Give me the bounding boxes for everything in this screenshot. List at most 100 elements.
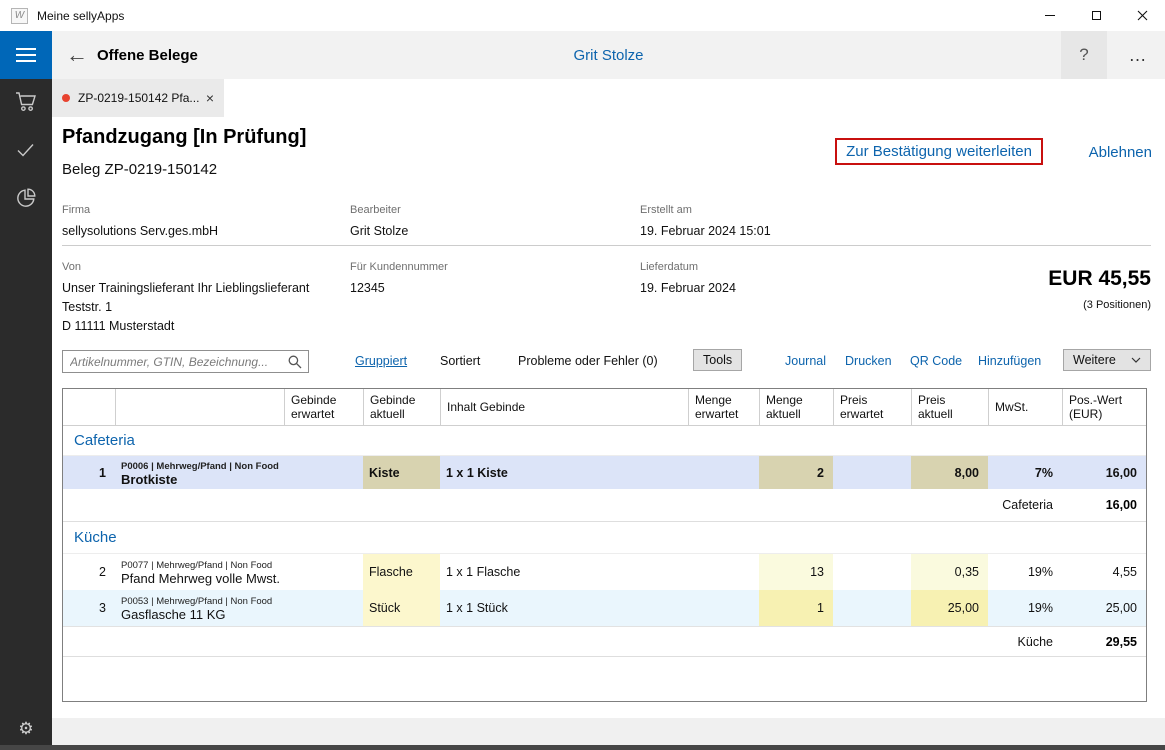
- col-gebinde-aktuell: Gebinde aktuell: [363, 389, 440, 425]
- gebinde-aktuell-cell: Stück: [363, 590, 440, 626]
- col-pos-wert: Pos.-Wert (EUR): [1062, 389, 1146, 425]
- document-number: Beleg ZP-0219-150142: [62, 161, 217, 178]
- erstellt-am-value: 19. Februar 2024 15:01: [640, 222, 771, 241]
- more-options-button[interactable]: …: [1115, 31, 1161, 79]
- von-label: Von: [62, 261, 81, 273]
- ellipsis-icon: …: [1129, 45, 1148, 66]
- tab-document[interactable]: ZP-0219-150142 Pfa... ×: [52, 79, 224, 117]
- more-dropdown-button[interactable]: Weitere: [1063, 349, 1151, 371]
- cart-icon: [14, 91, 38, 113]
- pie-chart-icon: [15, 187, 37, 209]
- document-total: EUR 45,55: [1048, 267, 1151, 291]
- item-toolbar: Gruppiert Sortiert Probleme oder Fehler …: [52, 347, 1165, 375]
- grouped-toggle[interactable]: Gruppiert: [355, 354, 407, 368]
- gebinde-erwartet-cell: [284, 590, 363, 626]
- bearbeiter-value: Grit Stolze: [350, 222, 408, 241]
- menge-erwartet-cell: [688, 590, 759, 626]
- preis-erwartet-cell: [833, 456, 911, 489]
- user-name-link[interactable]: Grit Stolze: [52, 31, 1165, 79]
- hamburger-icon: [16, 48, 36, 50]
- gear-icon: ⚙: [18, 719, 33, 738]
- table-row[interactable]: 2 P0077 | Mehrweg/Pfand | Non Food Pfand…: [63, 554, 1146, 590]
- article-meta: P0006 | Mehrweg/Pfand | Non Food: [121, 460, 279, 473]
- gebinde-aktuell-cell: Kiste: [363, 456, 440, 489]
- col-menge-aktuell: Menge aktuell: [759, 389, 833, 425]
- group-header-cafeteria[interactable]: Cafeteria: [63, 426, 1146, 456]
- article-name: Gasflasche 11 KG: [121, 608, 226, 621]
- titlebar: W Meine sellyApps: [0, 0, 1165, 31]
- help-button[interactable]: ?: [1061, 31, 1107, 79]
- tab-close-icon[interactable]: ×: [200, 90, 214, 106]
- sidebar: ⚙: [0, 31, 52, 745]
- lieferdatum-value: 19. Februar 2024: [640, 279, 736, 298]
- article-cell: P0077 | Mehrweg/Pfand | Non Food Pfand M…: [115, 554, 284, 590]
- table-row[interactable]: 3 P0053 | Mehrweg/Pfand | Non Food Gasfl…: [63, 590, 1146, 626]
- col-gebinde-erwartet: Gebinde erwartet: [284, 389, 363, 425]
- article-cell: P0006 | Mehrweg/Pfand | Non Food Brotkis…: [115, 456, 284, 489]
- article-cell: P0053 | Mehrweg/Pfand | Non Food Gasflas…: [115, 590, 284, 626]
- erstellt-am-label: Erstellt am: [640, 204, 692, 216]
- preis-aktuell-cell: 25,00: [911, 590, 988, 626]
- row-number: 3: [63, 590, 115, 626]
- journal-link[interactable]: Journal: [785, 354, 826, 368]
- settings-button[interactable]: ⚙: [0, 719, 52, 739]
- gebinde-erwartet-cell: [284, 554, 363, 590]
- sidebar-item-reports[interactable]: [0, 183, 52, 213]
- chevron-down-icon: [1131, 357, 1141, 363]
- sidebar-item-tasks[interactable]: [0, 135, 52, 165]
- help-icon: ?: [1079, 45, 1088, 65]
- inhalt-gebinde-cell: 1 x 1 Flasche: [440, 554, 688, 590]
- col-number: [63, 389, 115, 425]
- window-controls: [1027, 0, 1165, 31]
- reject-button[interactable]: Ablehnen: [1089, 144, 1152, 161]
- col-inhalt-gebinde: Inhalt Gebinde: [440, 389, 688, 425]
- table-row[interactable]: 1 P0006 | Mehrweg/Pfand | Non Food Brotk…: [63, 456, 1146, 489]
- table-header-row: Gebinde erwartet Gebinde aktuell Inhalt …: [63, 389, 1146, 426]
- hamburger-menu-button[interactable]: [0, 31, 52, 79]
- preis-erwartet-cell: [833, 590, 911, 626]
- article-name: Pfand Mehrweg volle Mwst.: [121, 572, 280, 585]
- positions-table: Gebinde erwartet Gebinde aktuell Inhalt …: [62, 388, 1147, 702]
- close-button[interactable]: [1119, 0, 1165, 31]
- subtotal-row-kueche: Küche 29,55: [63, 626, 1146, 657]
- maximize-icon: [1092, 11, 1101, 20]
- subtotal-label: Küche: [988, 627, 1062, 656]
- pos-wert-cell: 4,55: [1062, 554, 1146, 590]
- von-value: Unser Trainingslieferant Ihr Lieblingsli…: [62, 279, 309, 336]
- search-icon: [288, 355, 302, 369]
- row-number: 2: [63, 554, 115, 590]
- positions-count: (3 Positionen): [1083, 299, 1151, 311]
- print-link[interactable]: Drucken: [845, 354, 892, 368]
- menge-aktuell-cell: 2: [759, 456, 833, 489]
- row-number: 1: [63, 456, 115, 489]
- minimize-button[interactable]: [1027, 0, 1073, 31]
- sidebar-item-cart[interactable]: [0, 87, 52, 117]
- pos-wert-cell: 16,00: [1062, 456, 1146, 489]
- maximize-button[interactable]: [1073, 0, 1119, 31]
- app-header: ← Offene Belege Grit Stolze ? …: [52, 31, 1165, 79]
- article-name: Brotkiste: [121, 473, 177, 486]
- close-icon: [1137, 10, 1148, 21]
- article-search[interactable]: [62, 350, 309, 373]
- qr-code-link[interactable]: QR Code: [910, 354, 962, 368]
- subtotal-value: 16,00: [1062, 489, 1146, 521]
- col-mwst: MwSt.: [988, 389, 1062, 425]
- problems-filter[interactable]: Probleme oder Fehler (0): [518, 354, 658, 368]
- add-link[interactable]: Hinzufügen: [978, 354, 1041, 368]
- pos-wert-cell: 25,00: [1062, 590, 1146, 626]
- app-logo-icon: W: [11, 8, 28, 24]
- gebinde-aktuell-cell: Flasche: [363, 554, 440, 590]
- preis-aktuell-cell: 0,35: [911, 554, 988, 590]
- window-bottom-edge: [0, 745, 1165, 750]
- inhalt-gebinde-cell: 1 x 1 Kiste: [440, 456, 688, 489]
- app-window: W Meine sellyApps: [0, 0, 1165, 750]
- inhalt-gebinde-cell: 1 x 1 Stück: [440, 590, 688, 626]
- sorted-toggle[interactable]: Sortiert: [440, 354, 480, 368]
- check-icon: [16, 142, 36, 158]
- search-input[interactable]: [63, 355, 288, 369]
- group-header-kueche[interactable]: Küche: [63, 522, 1146, 554]
- forward-for-confirmation-button[interactable]: Zur Bestätigung weiterleiten: [835, 138, 1043, 165]
- tools-button[interactable]: Tools: [693, 349, 742, 371]
- menge-aktuell-cell: 1: [759, 590, 833, 626]
- document-view: Pfandzugang [In Prüfung] Beleg ZP-0219-1…: [52, 117, 1165, 718]
